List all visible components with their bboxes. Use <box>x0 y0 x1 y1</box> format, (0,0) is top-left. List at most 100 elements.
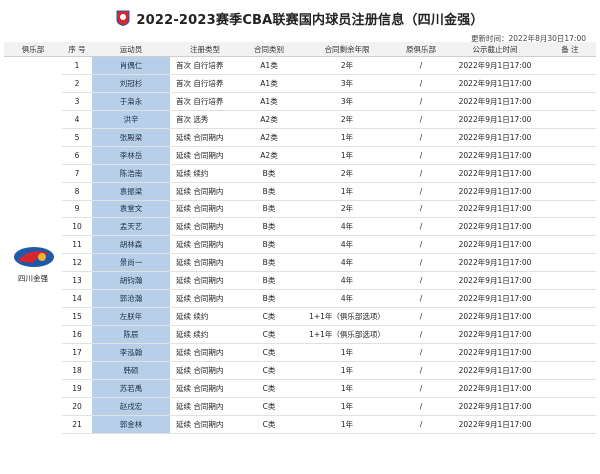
contract-type-cell: B类 <box>240 164 298 183</box>
remaining-years-cell: 4年 <box>298 289 396 309</box>
deadline-cell: 2022年9月1日17:00 <box>446 92 544 111</box>
player-name-cell: 郭金林 <box>92 415 170 434</box>
deadline-cell: 2022年9月1日17:00 <box>446 343 544 362</box>
registration-type-cell: 延续 续约 <box>170 164 240 183</box>
player-name-cell: 郭沧瀚 <box>92 289 170 309</box>
registration-type-cell: 延续 续约 <box>170 325 240 344</box>
deadline-cell: 2022年9月1日17:00 <box>446 379 544 398</box>
contract-type-cell: B类 <box>240 253 298 273</box>
table-row: 8 袁振梁 延续 合同期内 B类 1年/2022年9月1日17:00 <box>4 182 596 201</box>
original-club-cell: / <box>396 379 446 398</box>
table-row: 21 郭金林 延续 合同期内 C类 1年/2022年9月1日17:00 <box>4 415 596 434</box>
row-number-cell: 5 <box>62 128 92 147</box>
deadline-cell: 2022年9月1日17:00 <box>446 56 544 75</box>
original-club-cell: / <box>396 128 446 147</box>
row-number-cell: 19 <box>62 379 92 398</box>
player-name-cell: 张殿梁 <box>92 128 170 147</box>
club-cell: 四川金强 <box>4 57 62 434</box>
original-club-cell: / <box>396 146 446 165</box>
note-cell <box>544 415 596 434</box>
registration-type-cell: 延续 合同期内 <box>170 289 240 309</box>
table-row: 6 李林岳 延续 合同期内 A2类 1年/2022年9月1日17:00 <box>4 146 596 165</box>
table-header-row: 俱乐部 序 号 运动员 注册类型 合同类别 合同剩余年限 原俱乐部 公示截止时间… <box>4 42 596 57</box>
table-row: 7 陈浩南 延续 续约 B类 2年/2022年9月1日17:00 <box>4 164 596 183</box>
deadline-cell: 2022年9月1日17:00 <box>446 397 544 416</box>
table-row: 17 李泓翰 延续 合同期内 C类 1年/2022年9月1日17:00 <box>4 343 596 362</box>
player-name-cell: 赵戌宏 <box>92 397 170 416</box>
remaining-years-cell: 4年 <box>298 235 396 255</box>
table-row: 16 陈辰 延续 续约 C类 1+1年（俱乐部选项）/2022年9月1日17:00 <box>4 325 596 344</box>
player-name-cell: 景尚一 <box>92 253 170 273</box>
table-row: 14 郭沧瀚 延续 合同期内 B类 4年/2022年9月1日17:00 <box>4 289 596 309</box>
contract-type-cell: C类 <box>240 397 298 416</box>
registration-type-cell: 延续 合同期内 <box>170 217 240 237</box>
table-row: 20 赵戌宏 延续 合同期内 C类 1年/2022年9月1日17:00 <box>4 397 596 416</box>
player-name-cell: 于枭永 <box>92 92 170 111</box>
deadline-cell: 2022年9月1日17:00 <box>446 271 544 291</box>
row-number-cell: 14 <box>62 289 92 309</box>
deadline-cell: 2022年9月1日17:00 <box>446 307 544 327</box>
original-club-cell: / <box>396 361 446 380</box>
row-number-cell: 16 <box>62 325 92 344</box>
row-number-cell: 12 <box>62 253 92 273</box>
registration-type-cell: 延续 合同期内 <box>170 271 240 291</box>
note-cell <box>544 343 596 362</box>
row-number-cell: 3 <box>62 92 92 111</box>
contract-type-cell: B类 <box>240 217 298 237</box>
player-name-cell: 洪辛 <box>92 110 170 129</box>
row-number-cell: 2 <box>62 74 92 93</box>
registration-type-cell: 延续 合同期内 <box>170 128 240 147</box>
cba-logo-icon <box>116 10 130 26</box>
original-club-cell: / <box>396 307 446 327</box>
registration-type-cell: 延续 合同期内 <box>170 397 240 416</box>
registration-type-cell: 延续 合同期内 <box>170 415 240 434</box>
registration-type-cell: 延续 续约 <box>170 307 240 327</box>
remaining-years-cell: 1年 <box>298 415 396 434</box>
remaining-years-cell: 4年 <box>298 271 396 291</box>
contract-type-cell: C类 <box>240 343 298 362</box>
registration-type-cell: 首次 选秀 <box>170 110 240 129</box>
row-number-cell: 7 <box>62 164 92 183</box>
row-number-cell: 1 <box>62 56 92 75</box>
player-name-cell: 袁堂文 <box>92 200 170 219</box>
deadline-cell: 2022年9月1日17:00 <box>446 164 544 183</box>
note-cell <box>544 379 596 398</box>
header-registration-type: 注册类型 <box>170 42 240 57</box>
original-club-cell: / <box>396 217 446 237</box>
table-row: 18 韩硕 延续 合同期内 C类 1年/2022年9月1日17:00 <box>4 361 596 380</box>
original-club-cell: / <box>396 415 446 434</box>
table-row: 15 左朕年 延续 续约 C类 1+1年（俱乐部选项）/2022年9月1日17:00 <box>4 307 596 327</box>
header-remaining-years: 合同剩余年限 <box>298 42 396 57</box>
contract-type-cell: A2类 <box>240 128 298 147</box>
note-cell <box>544 146 596 165</box>
deadline-cell: 2022年9月1日17:00 <box>446 235 544 255</box>
player-name-cell: 陈浩南 <box>92 164 170 183</box>
row-number-cell: 10 <box>62 217 92 237</box>
registration-type-cell: 延续 合同期内 <box>170 235 240 255</box>
contract-type-cell: B类 <box>240 235 298 255</box>
contract-type-cell: A1类 <box>240 56 298 75</box>
row-number-cell: 11 <box>62 235 92 255</box>
original-club-cell: / <box>396 74 446 93</box>
remaining-years-cell: 1年 <box>298 146 396 165</box>
note-cell <box>544 56 596 75</box>
remaining-years-cell: 3年 <box>298 74 396 93</box>
remaining-years-cell: 1年 <box>298 128 396 147</box>
remaining-years-cell: 1年 <box>298 182 396 201</box>
original-club-cell: / <box>396 289 446 309</box>
header-player: 运动员 <box>92 42 170 57</box>
note-cell <box>544 289 596 309</box>
table-row: 4 洪辛 首次 选秀 A2类 2年/2022年9月1日17:00 <box>4 110 596 129</box>
contract-type-cell: A2类 <box>240 146 298 165</box>
note-cell <box>544 307 596 327</box>
note-cell <box>544 361 596 380</box>
remaining-years-cell: 1年 <box>298 397 396 416</box>
deadline-cell: 2022年9月1日17:00 <box>446 74 544 93</box>
deadline-cell: 2022年9月1日17:00 <box>446 289 544 309</box>
remaining-years-cell: 1年 <box>298 343 396 362</box>
registration-table: 俱乐部 序 号 运动员 注册类型 合同类别 合同剩余年限 原俱乐部 公示截止时间… <box>4 42 596 434</box>
original-club-cell: / <box>396 343 446 362</box>
table-row: 四川金强 1 肖偶仁 首次 自行培养 A1类 2年/2022年9月1日17:00 <box>4 56 596 283</box>
header-club: 俱乐部 <box>4 42 62 57</box>
remaining-years-cell: 2年 <box>298 164 396 183</box>
